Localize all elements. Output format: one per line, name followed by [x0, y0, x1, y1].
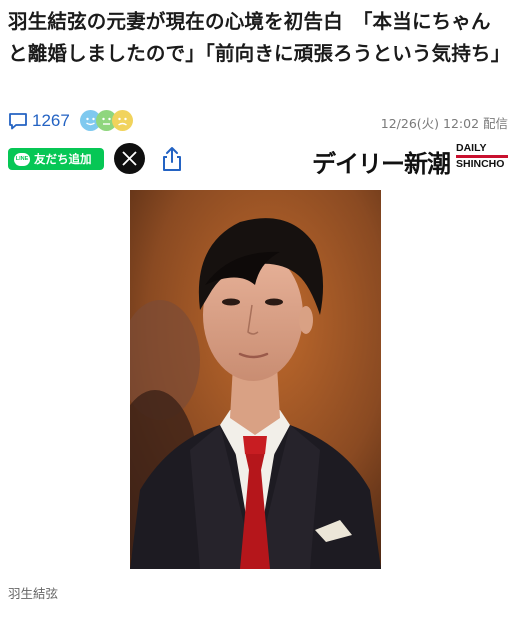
x-icon [122, 151, 137, 166]
face-icon [112, 110, 133, 131]
photo-caption: 羽生結弦 [8, 586, 59, 601]
comment-count: 1267 [32, 111, 70, 130]
share-icon [163, 147, 181, 171]
article-photo[interactable] [130, 190, 381, 569]
publisher-logo[interactable]: デイリー新潮 DAILY SHINCHO [312, 143, 508, 178]
comment-icon [9, 113, 27, 130]
line-icon: LINE [14, 152, 30, 166]
article-meta: 1267 12/26(火) 12:02 配信 [8, 108, 508, 134]
comments-button[interactable]: 1267 [8, 108, 70, 134]
portrait-image [130, 190, 381, 569]
x-share-button[interactable] [114, 143, 145, 174]
share-button[interactable] [160, 145, 184, 173]
line-add-friend-button[interactable]: LINE 友だち追加 [8, 148, 104, 170]
publisher-english-top: DAILY [456, 142, 487, 154]
publish-timestamp: 12/26(火) 12:02 配信 [380, 116, 508, 131]
publisher-english-logo: DAILY SHINCHO [456, 143, 508, 170]
reaction-faces-icon[interactable] [80, 110, 146, 132]
line-button-label: 友だち追加 [34, 152, 92, 166]
publisher-english-bottom: SHINCHO [456, 158, 505, 170]
article-headline: 羽生結弦の元妻が現在の心境を初告白 「本当にちゃんと離婚しましたので」「前向きに… [8, 10, 511, 65]
publisher-name: デイリー新潮 [312, 150, 451, 178]
share-row: LINE 友だち追加 デイリー新潮 DAILY SHINCHO [8, 143, 508, 178]
